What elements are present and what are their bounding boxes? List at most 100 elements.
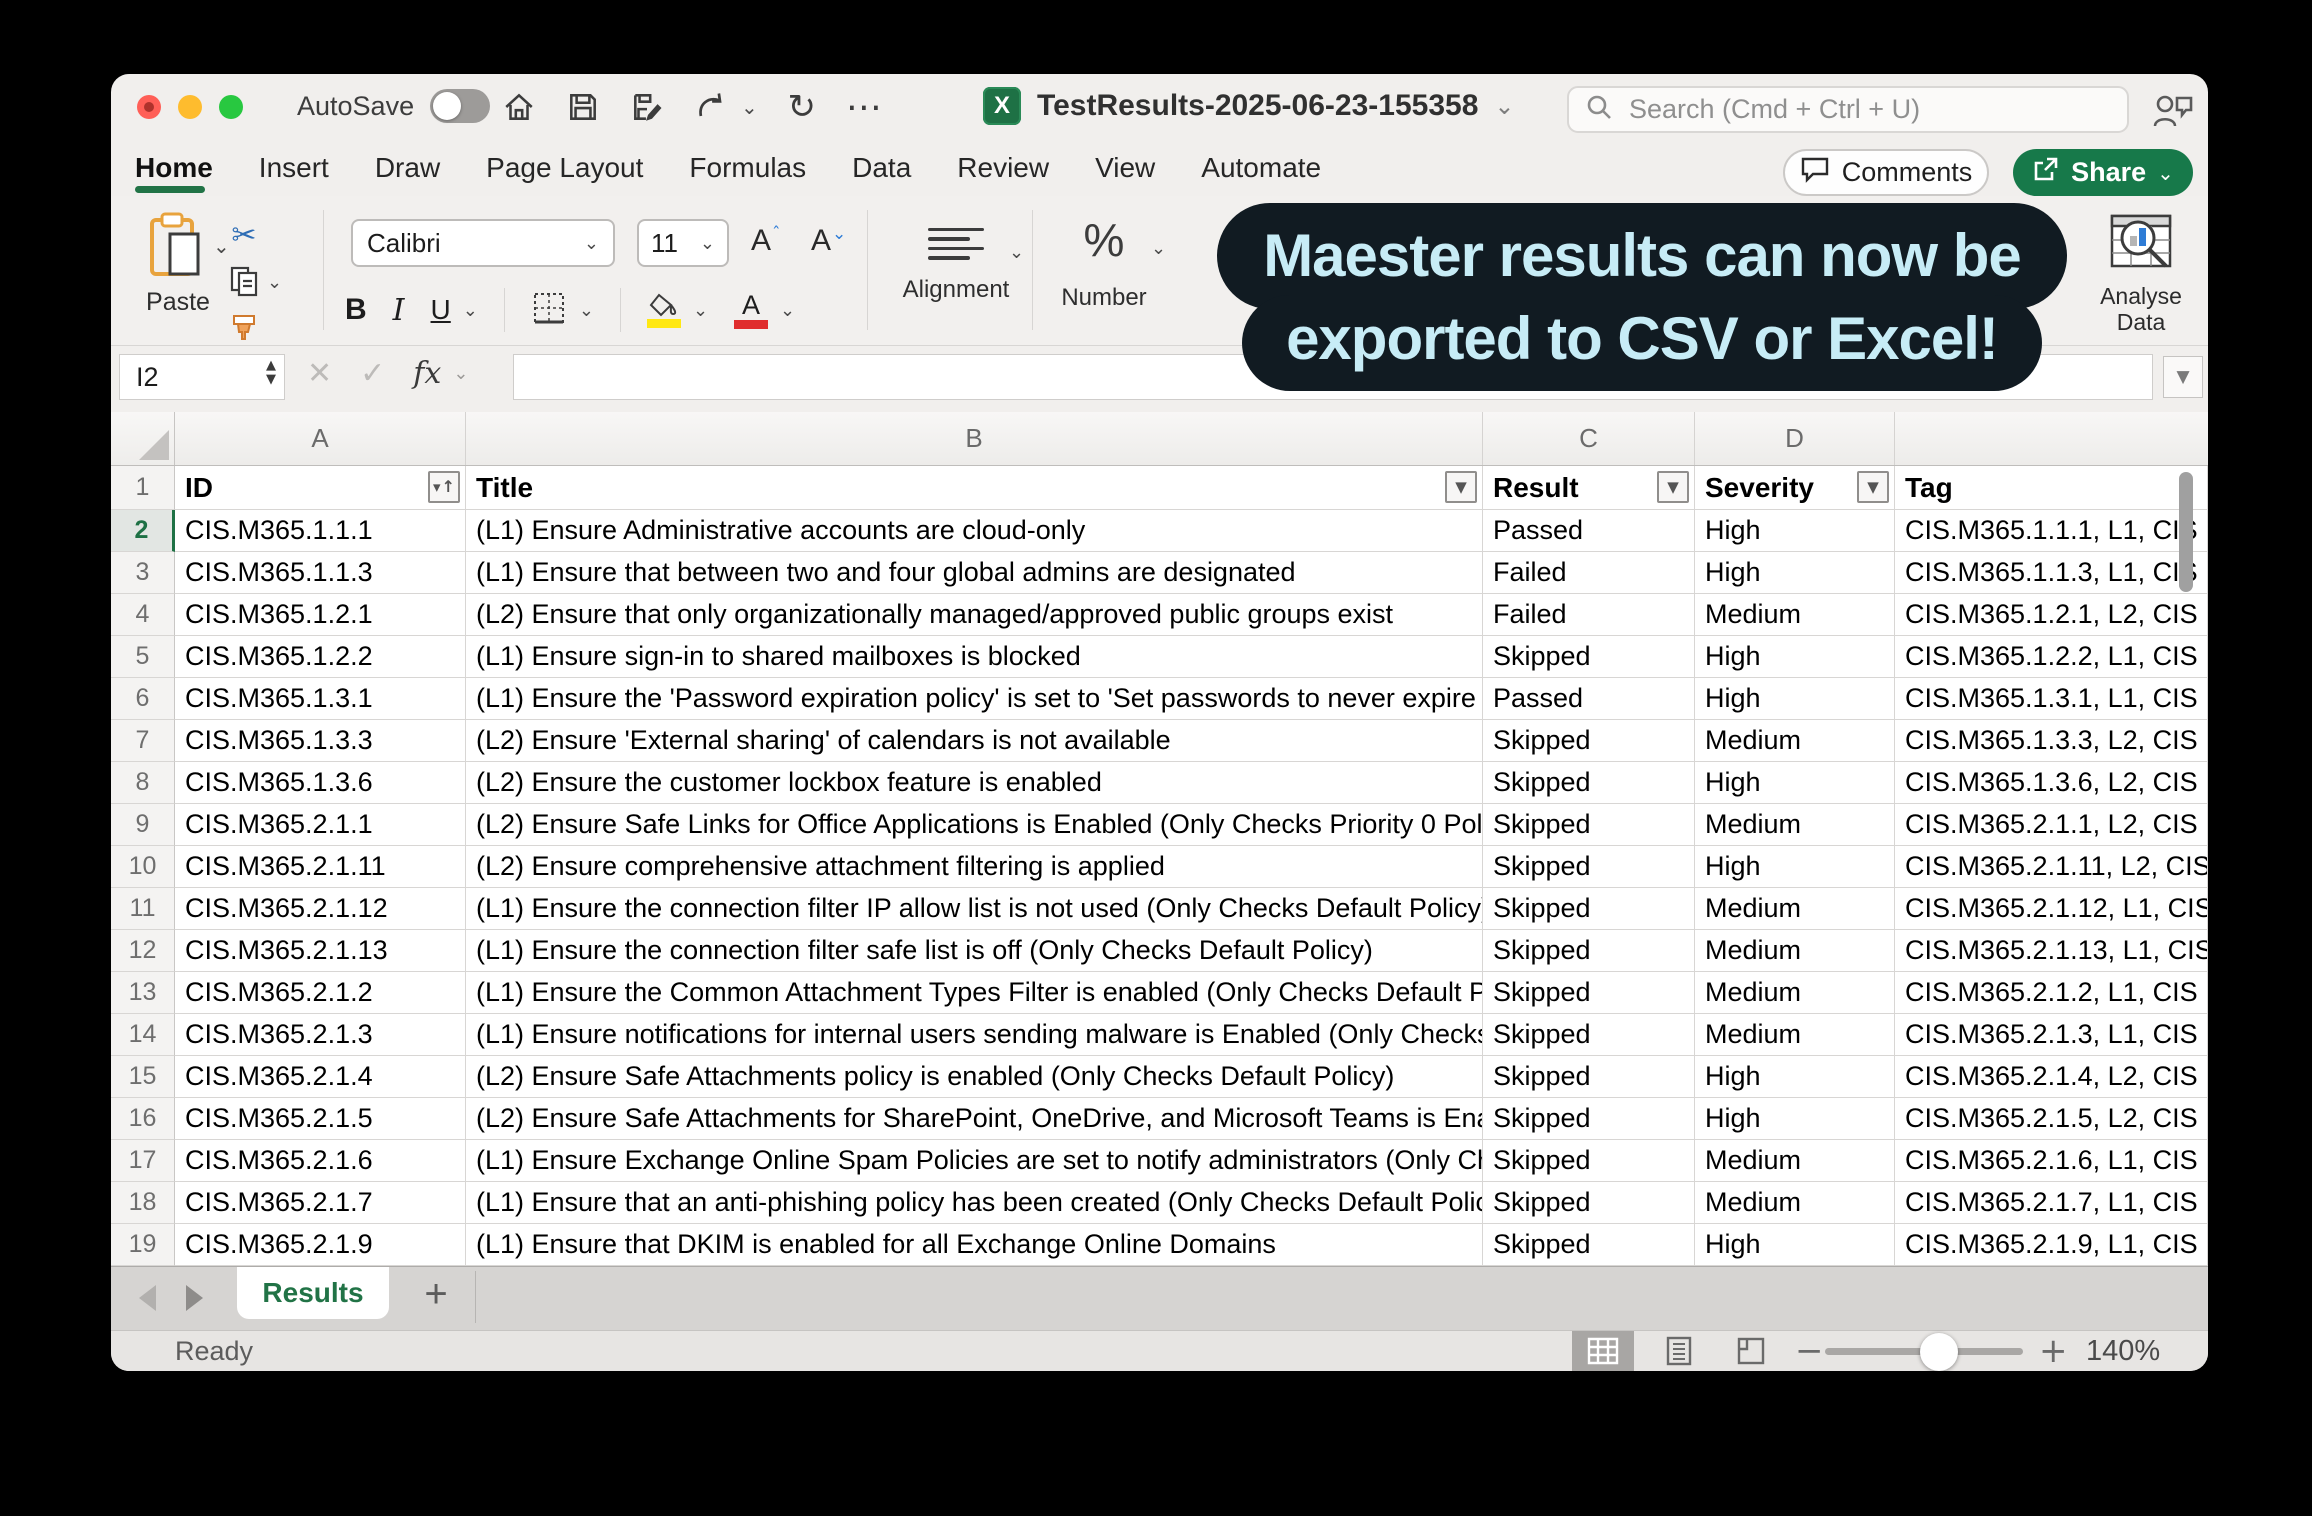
undo-menu-chevron-icon[interactable]: ⌄	[741, 95, 758, 119]
cell-title[interactable]: (L1) Ensure Exchange Online Spam Policie…	[466, 1140, 1483, 1182]
cell-tag[interactable]: CIS.M365.1.2.1, L2, CIS E3	[1895, 594, 2208, 636]
cell-id[interactable]: CIS.M365.1.2.2	[175, 636, 466, 678]
borders-chevron-icon[interactable]: ⌄	[579, 300, 594, 321]
row-header[interactable]: 17	[111, 1140, 175, 1182]
cell-tag[interactable]: CIS.M365.1.3.1, L1, CIS E3	[1895, 678, 2208, 720]
column-header-d[interactable]: D	[1695, 412, 1895, 465]
save-as-icon[interactable]	[627, 87, 667, 127]
cell-result[interactable]: Passed	[1483, 510, 1695, 552]
select-all-corner[interactable]	[111, 412, 175, 465]
cell-id[interactable]: CIS.M365.2.1.7	[175, 1182, 466, 1224]
filter-button-severity[interactable]: ▼	[1857, 471, 1889, 503]
autosave-toggle[interactable]	[430, 89, 490, 123]
cell-id[interactable]: CIS.M365.2.1.11	[175, 846, 466, 888]
cell-result[interactable]: Skipped	[1483, 930, 1695, 972]
zoom-in-button[interactable]: +	[2039, 1331, 2068, 1371]
cut-icon[interactable]: ✂	[227, 218, 261, 252]
shrink-font-button[interactable]: A⌄	[811, 224, 846, 258]
row-header[interactable]: 14	[111, 1014, 175, 1056]
cell-title[interactable]: (L1) Ensure that an anti-phishing policy…	[466, 1182, 1483, 1224]
row-header[interactable]: 18	[111, 1182, 175, 1224]
zoom-slider[interactable]	[1825, 1348, 2023, 1355]
cell-result[interactable]: Failed	[1483, 552, 1695, 594]
format-painter-icon[interactable]	[227, 310, 261, 344]
cell-severity[interactable]: High	[1695, 1056, 1895, 1098]
font-color-button[interactable]: A	[734, 292, 768, 329]
cell-result[interactable]: Skipped	[1483, 720, 1695, 762]
cell-tag[interactable]: CIS.M365.2.1.9, L1, CIS E3	[1895, 1224, 2208, 1266]
vertical-scrollbar[interactable]	[2179, 472, 2193, 592]
cell-title[interactable]: (L1) Ensure Administrative accounts are …	[466, 510, 1483, 552]
cell-severity[interactable]: Medium	[1695, 1140, 1895, 1182]
underline-chevron-icon[interactable]: ⌄	[463, 300, 478, 321]
tab-insert[interactable]: Insert	[259, 152, 329, 184]
cell-result[interactable]: Skipped	[1483, 1098, 1695, 1140]
cell-result[interactable]: Skipped	[1483, 972, 1695, 1014]
cell-tag[interactable]: CIS.M365.2.1.2, L1, CIS E3	[1895, 972, 2208, 1014]
cell-id[interactable]: CIS.M365.2.1.12	[175, 888, 466, 930]
column-header-a[interactable]: A	[175, 412, 466, 465]
formula-bar-expand-icon[interactable]: ▼	[2163, 356, 2203, 398]
sheet-tab-results[interactable]: Results	[237, 1267, 389, 1319]
tab-automate[interactable]: Automate	[1201, 152, 1321, 184]
cell-result[interactable]: Skipped	[1483, 1224, 1695, 1266]
font-color-chevron-icon[interactable]: ⌄	[780, 300, 795, 321]
cell-result[interactable]: Skipped	[1483, 846, 1695, 888]
cell-id[interactable]: CIS.M365.1.1.1	[175, 510, 466, 552]
alignment-group[interactable]: ⌄ Alignment	[901, 218, 1011, 304]
cell-tag[interactable]: CIS.M365.1.1.1, L1, CIS E3	[1895, 510, 2208, 552]
borders-button[interactable]	[531, 290, 567, 331]
row-header[interactable]: 19	[111, 1224, 175, 1266]
cell-severity[interactable]: High	[1695, 1224, 1895, 1266]
cell-tag[interactable]: CIS.M365.2.1.3, L1, CIS E3	[1895, 1014, 2208, 1056]
row-header[interactable]: 7	[111, 720, 175, 762]
zoom-window-button[interactable]	[219, 95, 243, 119]
cell-id[interactable]: CIS.M365.1.3.6	[175, 762, 466, 804]
tab-home[interactable]: Home	[135, 152, 213, 184]
cell-id[interactable]: CIS.M365.1.3.3	[175, 720, 466, 762]
name-box[interactable]: I2 ▲▼	[119, 354, 285, 400]
document-title[interactable]: X TestResults-2025-06-23-155358 ⌄	[983, 87, 1514, 125]
undo-icon[interactable]	[691, 87, 731, 127]
search-bar[interactable]	[1567, 86, 2129, 133]
cell-severity[interactable]: Medium	[1695, 972, 1895, 1014]
normal-view-button[interactable]	[1572, 1331, 1634, 1371]
header-cell-title[interactable]: Title ▼	[466, 466, 1483, 510]
tab-data[interactable]: Data	[852, 152, 911, 184]
filter-button-title[interactable]: ▼	[1445, 471, 1477, 503]
row-header[interactable]: 9	[111, 804, 175, 846]
cell-title[interactable]: (L1) Ensure that DKIM is enabled for all…	[466, 1224, 1483, 1266]
tab-draw[interactable]: Draw	[375, 152, 440, 184]
cell-severity[interactable]: Medium	[1695, 594, 1895, 636]
copy-menu-chevron-icon[interactable]: ⌄	[267, 272, 282, 293]
insert-function-icon[interactable]: fx	[413, 356, 441, 391]
row-header[interactable]: 15	[111, 1056, 175, 1098]
cell-severity[interactable]: High	[1695, 636, 1895, 678]
cell-title[interactable]: (L1) Ensure sign-in to shared mailboxes …	[466, 636, 1483, 678]
row-header[interactable]: 13	[111, 972, 175, 1014]
cell-tag[interactable]: CIS.M365.2.1.4, L2, CIS E5	[1895, 1056, 2208, 1098]
column-header-b[interactable]: B	[466, 412, 1483, 465]
paste-button[interactable]	[148, 212, 208, 276]
redo-icon[interactable]: ↻	[782, 87, 822, 127]
header-cell-result[interactable]: Result ▼	[1483, 466, 1695, 510]
cell-severity[interactable]: Medium	[1695, 930, 1895, 972]
cell-title[interactable]: (L1) Ensure the connection filter safe l…	[466, 930, 1483, 972]
cell-id[interactable]: CIS.M365.1.1.3	[175, 552, 466, 594]
cell-title[interactable]: (L2) Ensure Safe Attachments for SharePo…	[466, 1098, 1483, 1140]
cell-title[interactable]: (L2) Ensure the customer lockbox feature…	[466, 762, 1483, 804]
tab-review[interactable]: Review	[957, 152, 1049, 184]
filter-button-result[interactable]: ▼	[1657, 471, 1689, 503]
cell-tag[interactable]: CIS.M365.2.1.6, L1, CIS E3	[1895, 1140, 2208, 1182]
cell-tag[interactable]: CIS.M365.2.1.11, L2, CIS	[1895, 846, 2208, 888]
cell-id[interactable]: CIS.M365.2.1.6	[175, 1140, 466, 1182]
add-sheet-button[interactable]: +	[411, 1269, 461, 1319]
column-header-e[interactable]	[1895, 412, 2208, 465]
cell-id[interactable]: CIS.M365.1.3.1	[175, 678, 466, 720]
cell-severity[interactable]: High	[1695, 846, 1895, 888]
cell-title[interactable]: (L1) Ensure that between two and four gl…	[466, 552, 1483, 594]
cell-result[interactable]: Passed	[1483, 678, 1695, 720]
cell-tag[interactable]: CIS.M365.2.1.5, L2, CIS E5	[1895, 1098, 2208, 1140]
cell-tag[interactable]: CIS.M365.2.1.1, L2, CIS E5	[1895, 804, 2208, 846]
row-header[interactable]: 16	[111, 1098, 175, 1140]
